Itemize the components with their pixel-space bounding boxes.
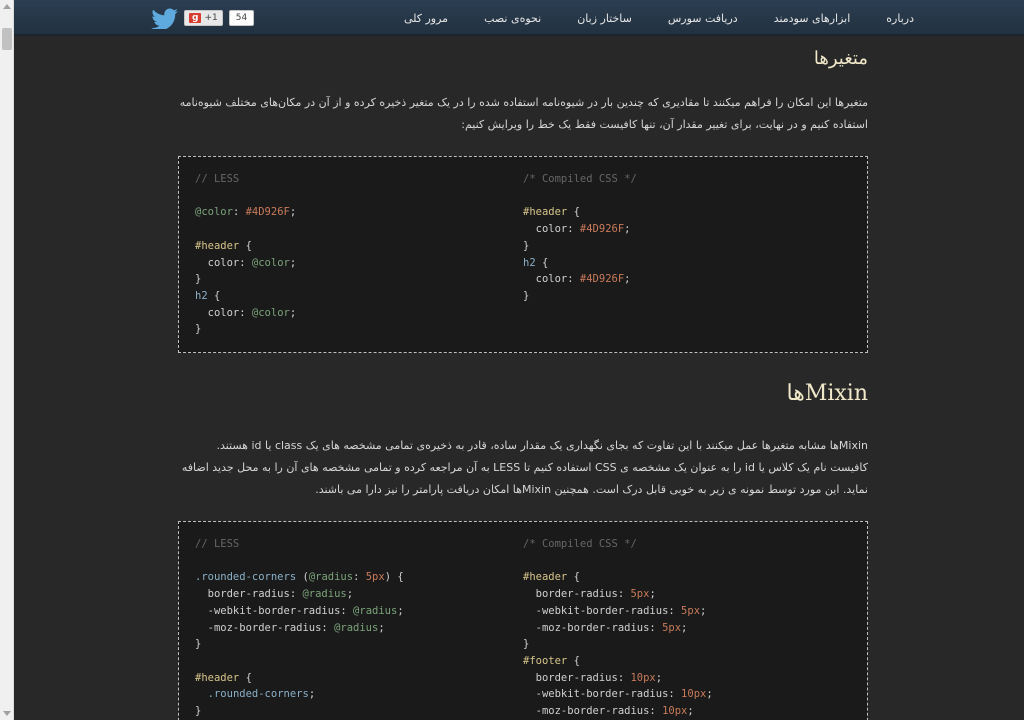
top-navbar: g +1 54 مرور کلی نحوه‌ی نصب ساختار زبان … xyxy=(14,0,1024,36)
mixins-paragraph: Mixinها مشابه متغیرها عمل میکنند با این … xyxy=(181,439,868,497)
nav-download-source[interactable]: دریافت سورس xyxy=(668,12,738,25)
css-column: /* Compiled CSS */ #header { color: #4D9… xyxy=(523,171,851,338)
less-code: // LESS @color: #4D926F; #header { color… xyxy=(195,173,297,336)
gplus-label: +1 xyxy=(204,13,218,23)
nav-language-structure[interactable]: ساختار زبان xyxy=(577,12,632,25)
variables-code-example: // LESS @color: #4D926F; #header { color… xyxy=(178,156,868,354)
css-code: /* Compiled CSS */ #header { color: #4D9… xyxy=(523,173,637,302)
google-plus-icon: g xyxy=(189,13,202,23)
nav-installation[interactable]: نحوه‌ی نصب xyxy=(484,12,541,25)
scrollbar-thumb[interactable] xyxy=(2,28,12,50)
variables-heading: متغیرها xyxy=(813,48,868,69)
nav-useful-tools[interactable]: ابزارهای سودمند xyxy=(774,12,851,25)
main-content: متغیرها متغیرها این امکان را فراهم میکنن… xyxy=(178,36,868,720)
mixin-less-comment: // LESS xyxy=(195,538,240,551)
scroll-up-arrow-icon[interactable] xyxy=(3,4,11,9)
scroll-down-arrow-icon[interactable] xyxy=(3,711,11,716)
css-comment: /* Compiled CSS */ xyxy=(523,173,637,185)
page-scrollbar[interactable] xyxy=(0,0,14,720)
twitter-bird-icon[interactable] xyxy=(150,7,180,29)
variables-paragraph: متغیرها این امکان را فراهم میکنند تا مقا… xyxy=(179,96,868,131)
mixin-less-code: // LESS .rounded-corners (@radius: 5px) … xyxy=(195,538,404,718)
mixin-less-column: // LESS .rounded-corners (@radius: 5px) … xyxy=(195,536,523,720)
main-menu: مرور کلی نحوه‌ی نصب ساختار زبان دریافت س… xyxy=(368,0,914,36)
google-plus-button[interactable]: g +1 xyxy=(184,10,223,26)
mixins-heading: Mixinها xyxy=(786,381,869,407)
mixin-css-code: /* Compiled CSS */ #header { border-radi… xyxy=(523,538,713,718)
nav-about[interactable]: درباره xyxy=(886,12,914,25)
nav-overview[interactable]: مرور کلی xyxy=(404,12,448,25)
less-comment: // LESS xyxy=(195,173,240,185)
social-buttons: g +1 54 xyxy=(150,6,255,30)
mixins-code-example: // LESS .rounded-corners (@radius: 5px) … xyxy=(178,521,868,720)
mixin-css-column: /* Compiled CSS */ #header { border-radi… xyxy=(523,536,851,720)
share-count-badge: 54 xyxy=(228,10,255,26)
less-column: // LESS @color: #4D926F; #header { color… xyxy=(195,171,523,338)
mixin-css-comment: /* Compiled CSS */ xyxy=(523,538,637,551)
